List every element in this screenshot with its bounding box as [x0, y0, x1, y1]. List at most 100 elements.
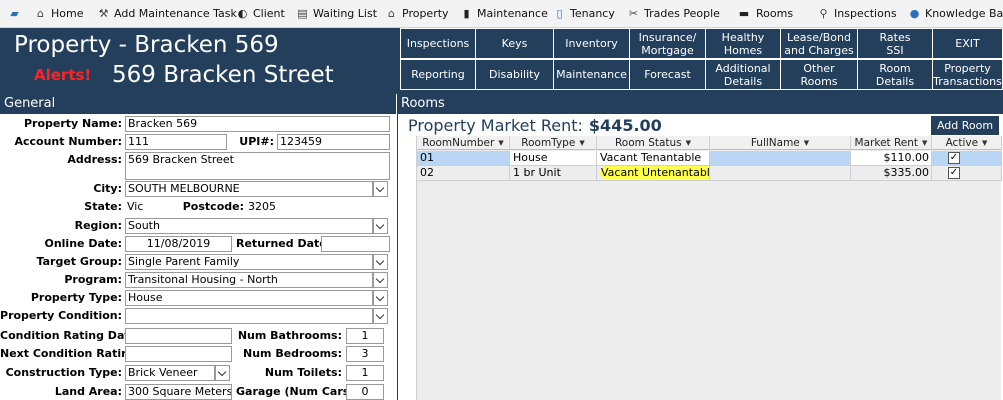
construction-type-dropdown-button[interactable]	[215, 365, 230, 381]
account-number-field[interactable]: 111	[125, 134, 227, 150]
target-group-dropdown-button[interactable]	[373, 254, 388, 270]
state-value[interactable]: Vic	[127, 199, 143, 215]
region-select[interactable]: South	[125, 218, 373, 234]
toolbar-home-button[interactable]: ⌂ Home	[34, 0, 83, 28]
toolbar-waiting-list-button[interactable]: ▤ Waiting List	[296, 0, 377, 28]
full-name-cell[interactable]	[710, 151, 851, 166]
city-dropdown-button[interactable]	[373, 181, 388, 197]
alerts-button[interactable]: Alerts!	[34, 66, 91, 84]
construction-type-select[interactable]: Brick Veneer	[125, 365, 215, 381]
program-select[interactable]: Transitonal Housing - North	[125, 272, 373, 288]
postcode-label: Postcode:	[182, 200, 244, 213]
city-select[interactable]: SOUTH MELBOURNE	[125, 181, 373, 197]
toolbar-add-maintenance-task-button[interactable]: ⚒ Add Maintenance Task	[97, 0, 237, 28]
property-condition-dropdown-button[interactable]	[373, 308, 388, 324]
room-number-cell[interactable]: 01	[417, 151, 510, 166]
nav-lease-bond-and-charges-button[interactable]: Lease/Bond and Charges	[780, 28, 858, 59]
nav-healthy-homes-button[interactable]: Healthy Homes	[705, 28, 781, 59]
room-status-cell[interactable]: Vacant Untenantable	[597, 166, 710, 181]
column-header-room-type[interactable]: RoomType ▼	[510, 136, 597, 150]
column-header-full-name[interactable]: FullName ▼	[710, 136, 851, 150]
toolbar-inspections-button[interactable]: ⚲ Inspections	[817, 0, 896, 28]
room-type-cell[interactable]: 1 br Unit	[510, 166, 597, 181]
client-icon: ◐	[237, 7, 248, 20]
num-bedrooms-field[interactable]: 3	[346, 346, 384, 362]
nav-room-details-button[interactable]: Room Details	[857, 59, 933, 90]
active-checkbox[interactable]: ✓	[948, 167, 960, 179]
room-status-highlight: Vacant Untenantable	[600, 166, 709, 179]
property-type-select[interactable]: House	[125, 290, 373, 306]
program-dropdown-button[interactable]	[373, 272, 388, 288]
nav-disability-button[interactable]: Disability	[475, 59, 554, 90]
toolbar-rooms-button[interactable]: ▬ Rooms	[736, 0, 793, 28]
online-date-field[interactable]: 11/08/2019	[125, 236, 232, 252]
toolbar-trades-people-button[interactable]: ✂ Trades People	[627, 0, 720, 28]
returned-date-field[interactable]	[321, 236, 390, 252]
nav-exit-button[interactable]: EXIT	[932, 28, 1003, 59]
property-name-label: Property Name:	[23, 117, 122, 130]
rooms-table: RoomNumber ▼ RoomType ▼ Room Status ▼ FullN…	[416, 136, 1002, 400]
add-room-button[interactable]: Add Room	[931, 116, 999, 135]
nav-insurance-mortgage-button[interactable]: Insurance/Mortgage	[629, 28, 706, 59]
address-field[interactable]: 569 Bracken Street	[125, 152, 390, 180]
toolbar-knowledge-base-button[interactable]: ●Knowledge Base	[908, 0, 1003, 28]
city-label: City:	[93, 182, 122, 195]
toolbar-client-button[interactable]: ◐ Client	[236, 0, 285, 28]
nav-keys-button[interactable]: Keys	[475, 28, 554, 59]
nav-reporting-button[interactable]: Reporting	[400, 59, 476, 90]
full-name-cell[interactable]	[710, 166, 851, 181]
general-form: Property Name: Bracken 569 Account Numbe…	[0, 114, 396, 400]
column-header-active[interactable]: Active ▼	[932, 136, 1002, 150]
column-header-market-rent[interactable]: Market Rent ▼	[851, 136, 932, 150]
sort-arrow-icon: ▼	[685, 139, 692, 147]
property-address-title: 569 Bracken Street	[112, 62, 334, 88]
table-row[interactable]: 02 1 br Unit Vacant Untenantable $335.00…	[417, 166, 1002, 181]
nav-additional-details-button[interactable]: Additional Details	[705, 59, 781, 90]
region-dropdown-button[interactable]	[373, 218, 388, 234]
nav-other-rooms-button[interactable]: Other Rooms	[780, 59, 858, 90]
upi-field[interactable]: 123459	[277, 134, 390, 150]
active-cell: ✓	[932, 166, 1002, 181]
column-header-room-number[interactable]: RoomNumber ▼	[417, 136, 510, 150]
toolbar-tenancy-button[interactable]: ▯ Tenancy	[553, 0, 614, 28]
active-checkbox[interactable]: ✓	[948, 152, 960, 164]
garage-label: Garage (Num Cars):	[236, 385, 359, 398]
land-area-field[interactable]: 300 Square Meters	[125, 384, 232, 400]
app-icon: ▰	[10, 7, 19, 20]
toolbar-app-button[interactable]: ▰	[8, 0, 25, 28]
toolbar-maintenance-button[interactable]: ▮ Maintenance	[460, 0, 547, 28]
num-toilets-field[interactable]: 1	[346, 365, 384, 381]
nav-property-transactions-button[interactable]: Property Transactions	[932, 59, 1003, 90]
room-type-cell[interactable]: House	[510, 151, 597, 166]
property-icon: ⌂	[388, 7, 395, 20]
nav-inventory-button[interactable]: Inventory	[553, 28, 630, 59]
num-bathrooms-field[interactable]: 1	[346, 328, 384, 344]
next-condition-rating-field[interactable]	[125, 346, 232, 362]
knowledge-icon: ●	[909, 7, 920, 20]
table-row[interactable]: 01 House Vacant Tenantable $110.00 ✓	[417, 151, 1002, 166]
room-number-cell[interactable]: 02	[417, 166, 510, 181]
market-rent-cell[interactable]: $335.00	[851, 166, 932, 181]
property-condition-select[interactable]	[125, 308, 373, 324]
nav-forecast-button[interactable]: Forecast	[629, 59, 706, 90]
toolbar-property-button[interactable]: ⌂ Property	[385, 0, 449, 28]
num-toilets-label: Num Toilets:	[264, 366, 342, 379]
postcode-value[interactable]: 3205	[248, 199, 276, 215]
property-name-field[interactable]: Bracken 569	[125, 116, 390, 132]
market-rent-cell[interactable]: $110.00	[851, 151, 932, 166]
property-header: Property - Bracken 569 Alerts! 569 Brack…	[0, 28, 1003, 94]
maintenance-icon: ▮	[463, 7, 470, 20]
nav-rates-ssi-button[interactable]: Rates SSI	[857, 28, 933, 59]
column-header-room-status[interactable]: Room Status ▼	[597, 136, 710, 150]
property-type-label: Property Type:	[30, 291, 122, 304]
room-status-cell[interactable]: Vacant Tenantable	[597, 151, 710, 166]
property-type-dropdown-button[interactable]	[373, 290, 388, 306]
returned-date-label: Returned Date:	[236, 237, 332, 250]
checkmark-icon: ✓	[949, 152, 959, 163]
nav-inspections-button[interactable]: Inspections	[400, 28, 476, 59]
land-area-label: Land Area:	[54, 385, 122, 398]
target-group-select[interactable]: Single Parent Family	[125, 254, 373, 270]
garage-field[interactable]: 0	[346, 384, 384, 400]
nav-maintenance-button[interactable]: Maintenance	[553, 59, 630, 90]
condition-rating-date-field[interactable]	[125, 328, 232, 344]
